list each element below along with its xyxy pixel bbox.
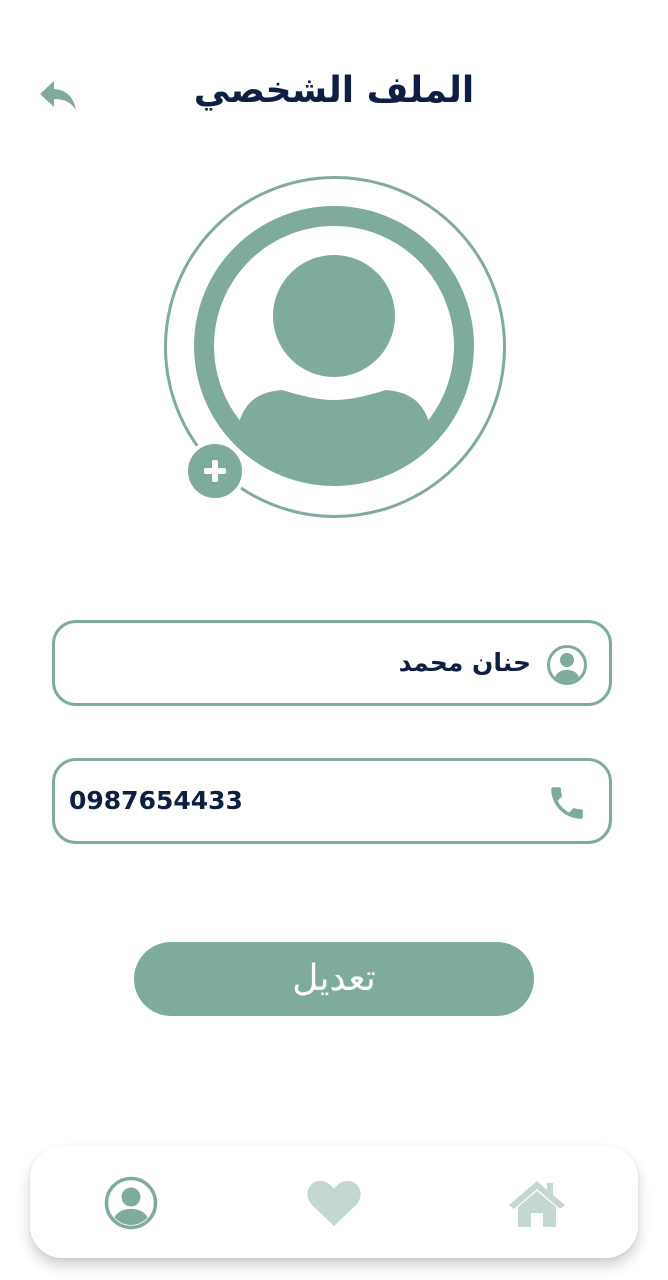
edit-button[interactable]: تعديل — [134, 942, 534, 1016]
add-photo-button[interactable] — [184, 440, 246, 502]
user-circle-icon — [545, 643, 589, 687]
nav-home[interactable] — [506, 1172, 568, 1234]
name-value: حنان محمد — [398, 648, 531, 677]
nav-profile[interactable] — [100, 1172, 162, 1234]
phone-value: 0987654433 — [69, 786, 243, 815]
user-avatar-icon — [194, 206, 474, 486]
profile-avatar — [164, 176, 506, 518]
bottom-navigation — [30, 1146, 638, 1258]
name-field[interactable]: حنان محمد — [52, 620, 612, 706]
phone-field[interactable]: 0987654433 — [52, 758, 612, 844]
user-circle-icon — [104, 1176, 158, 1230]
nav-favorites[interactable] — [303, 1172, 365, 1234]
plus-icon — [204, 460, 226, 482]
phone-icon — [545, 781, 589, 825]
page-title: الملف الشخصي — [193, 70, 475, 111]
heart-icon — [307, 1180, 361, 1226]
home-icon — [509, 1181, 565, 1227]
